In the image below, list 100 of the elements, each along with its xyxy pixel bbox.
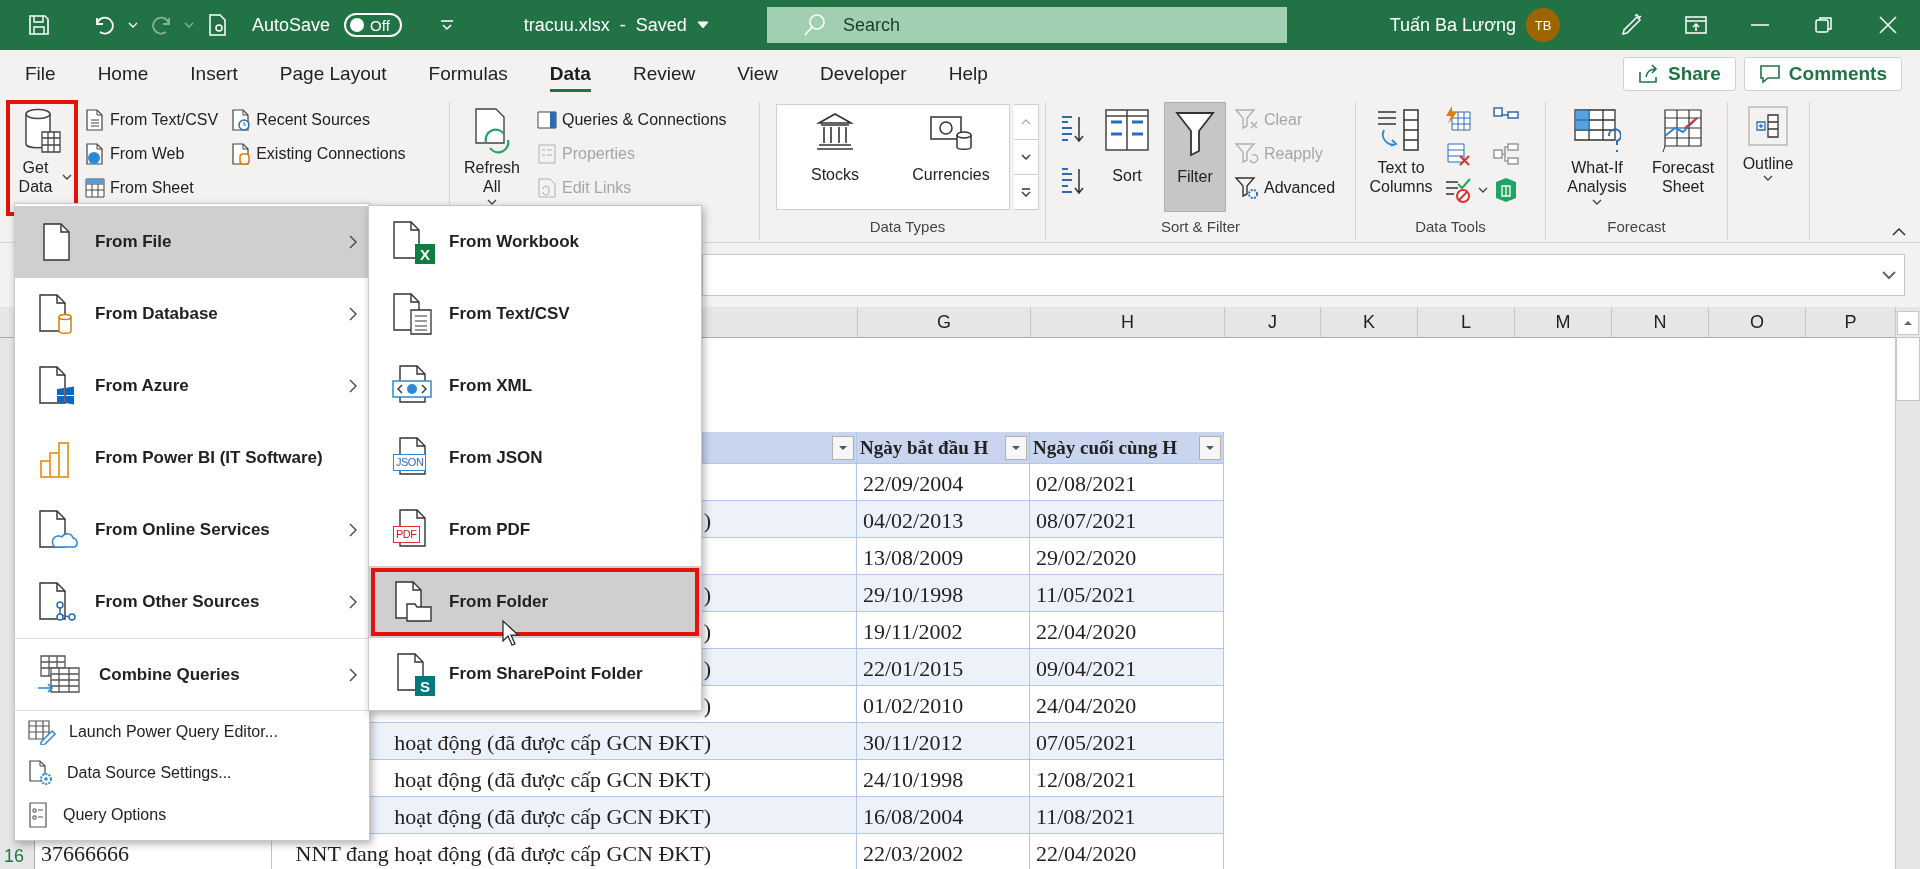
more-icon[interactable] [1014,175,1038,209]
ribbon-tab[interactable]: Home [76,50,170,98]
table-cell: 09/04/2021 [1030,649,1224,686]
filter-button[interactable]: Filter [1164,102,1226,212]
share-button[interactable]: Share [1623,57,1736,91]
table-cell: 22/03/2002 [857,834,1030,869]
comments-button[interactable]: Comments [1743,57,1902,91]
scroll-down-icon[interactable] [1014,140,1038,175]
data-type-button[interactable]: Currencies [893,105,1009,209]
share-icon [1638,64,1660,84]
collapse-ribbon-icon[interactable] [1892,228,1906,236]
ribbon-command[interactable]: Existing Connections [226,138,410,170]
outline-icon [1754,112,1782,140]
table-cell: 29/10/1998 [857,575,1030,612]
autosave-toggle[interactable]: Off [344,13,402,37]
relationships-icon[interactable] [1492,140,1520,168]
menu-item[interactable]: Launch Power Query Editor... [15,710,369,752]
column-header[interactable]: O [1708,307,1805,337]
chevron-right-icon [349,235,357,249]
chevron-right-icon [349,523,357,537]
ribbon-command[interactable]: Recent Sources [226,104,410,136]
text-to-columns-button[interactable]: Text to Columns [1362,102,1440,201]
filter-dropdown-icon[interactable] [832,435,854,460]
chevron-down-icon [1478,187,1488,193]
ribbon-tab[interactable]: File [4,50,77,98]
print-preview-icon[interactable] [208,13,228,37]
refresh-document-icon [472,106,512,156]
file-type-badge: S [415,676,435,696]
flash-fill-icon[interactable] [1444,104,1472,132]
menu-item[interactable]: From Database [15,278,369,350]
scroll-up-icon[interactable] [1897,311,1919,335]
column-header[interactable]: K [1320,307,1417,337]
ribbon-command[interactable]: Advanced [1230,172,1340,204]
column-header[interactable]: G [857,307,1030,337]
data-type-button[interactable]: Stocks [777,105,893,209]
ribbon-tab[interactable]: Data [528,50,612,98]
scrollbar-thumb[interactable] [1896,337,1920,401]
chevron-down-icon [62,174,72,181]
ribbon-tab[interactable]: Formulas [407,50,529,98]
caret-down-icon [696,21,709,29]
column-header[interactable]: L [1417,307,1514,337]
save-icon[interactable] [28,14,50,36]
ribbon-tab[interactable]: Developer [799,50,928,98]
expand-chevron-icon[interactable] [1882,270,1896,280]
avatar[interactable]: TB [1526,8,1560,42]
remove-duplicates-icon[interactable] [1444,140,1472,168]
column-header[interactable]: N [1611,307,1708,337]
menu-item[interactable]: From Folder [369,566,701,638]
triangle-drawing [1903,320,1913,326]
menu-item[interactable]: JSON From JSON [369,422,701,494]
ribbon-command[interactable]: From Text/CSV [80,104,223,136]
menu-item[interactable]: From Text/CSV [369,278,701,350]
panel-icon [536,109,558,131]
table-cell: 22/01/2015 [857,649,1030,686]
chevron-down-icon [184,22,194,28]
chevron-right-icon [349,307,357,321]
search-field[interactable]: Search [766,7,1287,43]
document-gear-icon [27,759,55,787]
column-header[interactable]: J [1224,307,1320,337]
menu-item[interactable]: From Power BI (IT Software) [15,422,369,494]
table-cell: 16/08/2004 [857,797,1030,834]
chevron-right-icon [349,667,357,682]
text-document-icon [391,292,435,336]
database-file-icon [230,142,253,166]
triangle-drawing [1011,444,1021,451]
outline-button[interactable]: Outline [1734,102,1802,186]
customize-icon[interactable] [439,19,454,31]
ribbon-command[interactable]: Queries & Connections [532,104,731,136]
column-header[interactable]: M [1514,307,1611,337]
ribbon-tab[interactable]: Review [611,50,717,98]
funnel-gear-icon [1234,175,1260,201]
ribbon-tab[interactable]: Help [927,50,1009,98]
filter-dropdown-icon[interactable] [1005,435,1027,460]
table-header: Ngày cuối cùng H [1033,436,1179,459]
dash-drawing [1750,23,1770,27]
menu-item[interactable]: From Azure [15,350,369,422]
data-validation-icon[interactable] [1444,176,1472,204]
comment-icon [1758,64,1781,84]
group-label: Data Tools [1414,217,1487,237]
what-if-analysis-button[interactable]: What-If Analysis [1552,102,1642,210]
triangle-drawing [838,444,848,451]
menu-item[interactable]: Combine Queries [15,638,369,710]
ribbon-tab[interactable]: Insert [169,50,259,98]
triangle-drawing [1205,444,1215,451]
table-icon [84,176,106,200]
ribbon-tab[interactable]: View [716,50,800,98]
column-header[interactable]: H [1030,307,1224,337]
filter-dropdown-icon[interactable] [1199,435,1221,460]
ribbon-command[interactable]: From Web [80,138,223,170]
chevron-bar-drawing [1021,187,1031,197]
menu-item[interactable]: From XML [369,350,701,422]
ribbon-tab[interactable]: Page Layout [258,50,408,98]
mouse-pointer-icon [502,620,520,646]
chevron-right-icon [349,595,357,609]
forecast-sheet-button[interactable]: Forecast Sheet [1646,102,1720,201]
file-title[interactable]: tracuu.xlsx - Saved [523,14,687,36]
sort-button[interactable]: Sort [1094,102,1160,190]
search-icon [802,13,827,37]
clock-file-icon [230,108,253,132]
menu-item[interactable]: From File [15,206,369,278]
